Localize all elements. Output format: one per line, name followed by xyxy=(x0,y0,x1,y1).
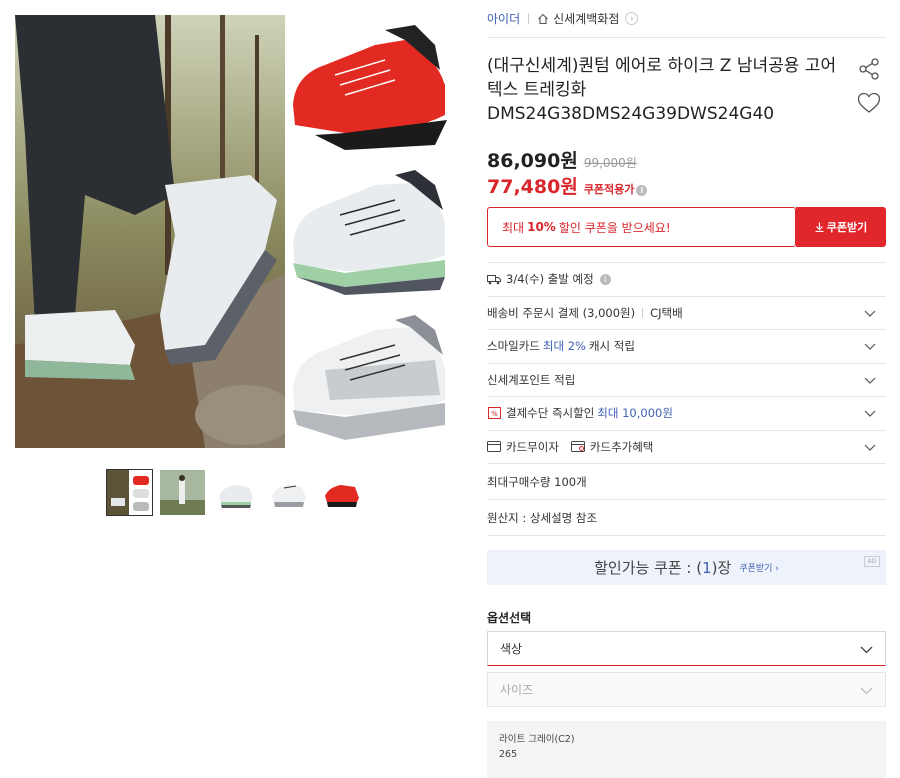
instant-discount-row[interactable]: % 결제수단 즉시할인 최대 10,000원 xyxy=(487,397,886,431)
chevron-right-icon: › xyxy=(625,12,639,25)
breadcrumb: 아이더 신세계백화점 › xyxy=(487,0,886,38)
max-quantity-row: 최대구매수량 100개 xyxy=(487,464,886,500)
shipping-date-row: 3/4(수) 출발 예정 i xyxy=(487,263,886,297)
thumbnail-2[interactable] xyxy=(160,470,205,515)
main-product-photo xyxy=(15,15,285,448)
size-select[interactable]: 사이즈 xyxy=(487,672,886,707)
info-icon[interactable]: i xyxy=(599,273,611,285)
breadcrumb-brand[interactable]: 아이더 xyxy=(487,10,520,27)
chevron-down-icon xyxy=(864,444,876,451)
breadcrumb-store-label: 신세계백화점 xyxy=(553,12,620,26)
coupon-price: 77,480원 xyxy=(487,176,578,198)
size-select-label: 사이즈 xyxy=(500,683,534,697)
coupon-count-prefix: 할인가능 쿠폰 : ( xyxy=(594,559,703,577)
product-colorway-collage xyxy=(285,15,453,448)
smile-card-row[interactable]: 스마일카드 최대 2% 캐시 적립 xyxy=(487,330,886,364)
breadcrumb-divider xyxy=(528,13,530,24)
instant-discount-prefix: 결제수단 즉시할인 xyxy=(506,406,595,421)
svg-text:%: % xyxy=(491,410,498,418)
coupon-count-banner: 할인가능 쿠폰 : (1)장 쿠폰받기 › AD xyxy=(487,550,886,585)
benefit-list: 3/4(수) 출발 예정 i 배송비 주문시 결제 (3,000원) CJ택배 … xyxy=(487,262,886,536)
color-select[interactable]: 색상 xyxy=(487,631,886,666)
thumbnail-strip xyxy=(106,469,364,516)
shipping-fee-row[interactable]: 배송비 주문시 결제 (3,000원) CJ택배 xyxy=(487,297,886,330)
get-coupon-label: 쿠폰받기 xyxy=(826,221,868,234)
card-interest-text: 카드무이자 xyxy=(506,439,559,454)
product-title: (대구신세계)퀀텀 에어로 하이크 Z 남녀공용 고어텍스 트레킹화 DMS24… xyxy=(487,56,837,124)
shipping-date-text: 3/4(수) 출발 예정 xyxy=(506,272,594,287)
coupon-banner-text: 할인 쿠폰을 받으세요! xyxy=(558,220,671,235)
shipping-fee-text: 배송비 주문시 결제 (3,000원) xyxy=(487,305,636,320)
smile-card-suffix: 캐시 적립 xyxy=(588,339,635,354)
card-benefit-row[interactable]: 카드무이자 카드추가혜택 xyxy=(487,431,886,464)
shinsegae-point-row[interactable]: 신세계포인트 적립 xyxy=(487,364,886,397)
smile-card-prefix: 스마일카드 xyxy=(487,339,540,354)
original-price: 99,000원 xyxy=(583,156,637,170)
selected-option-box: 라이트 그레이(C2) 265 xyxy=(487,721,886,778)
thumbnail-3[interactable] xyxy=(213,470,258,515)
sale-price: 86,090원 xyxy=(487,150,578,172)
coupon-banner: 최대 10% 할인 쿠폰을 받으세요! xyxy=(487,207,796,247)
chevron-down-icon xyxy=(864,377,876,384)
discount-icon: % xyxy=(487,407,501,420)
thumbnail-4[interactable] xyxy=(266,470,311,515)
ad-badge: AD xyxy=(864,556,880,567)
thumbnail-5[interactable] xyxy=(319,470,364,515)
price-row: 86,090원 99,000원 xyxy=(487,146,637,173)
coupon-price-note: 쿠폰적용가 i xyxy=(584,181,648,197)
smile-card-rate: 최대 2% xyxy=(542,339,586,354)
coupon-price-note-label: 쿠폰적용가 xyxy=(583,183,635,196)
option-title: 옵션선택 xyxy=(487,611,532,625)
chevron-down-icon xyxy=(860,646,873,654)
origin-text: 원산지 : 상세설명 참조 xyxy=(487,510,598,525)
origin-row: 원산지 : 상세설명 참조 xyxy=(487,500,886,536)
coupon-banner-highlight: 10% xyxy=(527,220,556,234)
divider xyxy=(642,307,644,318)
carrier-text: CJ택배 xyxy=(650,305,683,320)
get-coupon-button[interactable]: 쿠폰받기 xyxy=(796,207,886,247)
thumbnail-1[interactable] xyxy=(106,469,153,516)
heart-icon xyxy=(857,92,881,113)
card-gift-icon xyxy=(570,441,585,453)
info-icon[interactable]: i xyxy=(636,185,648,196)
chevron-down-icon xyxy=(864,343,876,350)
max-quantity-text: 최대구매수량 100개 xyxy=(487,474,587,489)
color-select-label: 색상 xyxy=(500,642,523,656)
breadcrumb-store[interactable]: 신세계백화점 › xyxy=(537,10,639,27)
card-benefit-text: 카드추가혜택 xyxy=(589,439,654,454)
coupon-download-link[interactable]: 쿠폰받기 › xyxy=(739,561,779,574)
chevron-down-icon xyxy=(864,410,876,417)
selected-color: 라이트 그레이(C2) xyxy=(499,734,575,745)
instant-discount-amount: 최대 10,000원 xyxy=(597,406,673,421)
coupon-count-suffix: )장 xyxy=(711,559,732,577)
truck-icon xyxy=(487,273,501,285)
coupon-price-row: 77,480원 쿠폰적용가 i xyxy=(487,172,648,199)
home-icon xyxy=(538,13,549,24)
chevron-down-icon xyxy=(864,310,876,317)
coupon-count-number: 1 xyxy=(702,558,712,577)
coupon-banner-prefix: 최대 xyxy=(502,220,525,235)
chevron-down-icon xyxy=(860,687,873,695)
selected-size: 265 xyxy=(499,749,518,760)
shinsegae-point-text: 신세계포인트 적립 xyxy=(487,372,576,387)
card-icon xyxy=(487,441,501,453)
download-icon xyxy=(815,222,824,232)
share-icon xyxy=(859,58,879,80)
share-button[interactable] xyxy=(857,57,881,81)
product-info-panel: 아이더 신세계백화점 › (대구신세계)퀀텀 에어로 하이크 Z 남녀공용 고어… xyxy=(487,0,886,778)
wishlist-button[interactable] xyxy=(857,92,881,114)
